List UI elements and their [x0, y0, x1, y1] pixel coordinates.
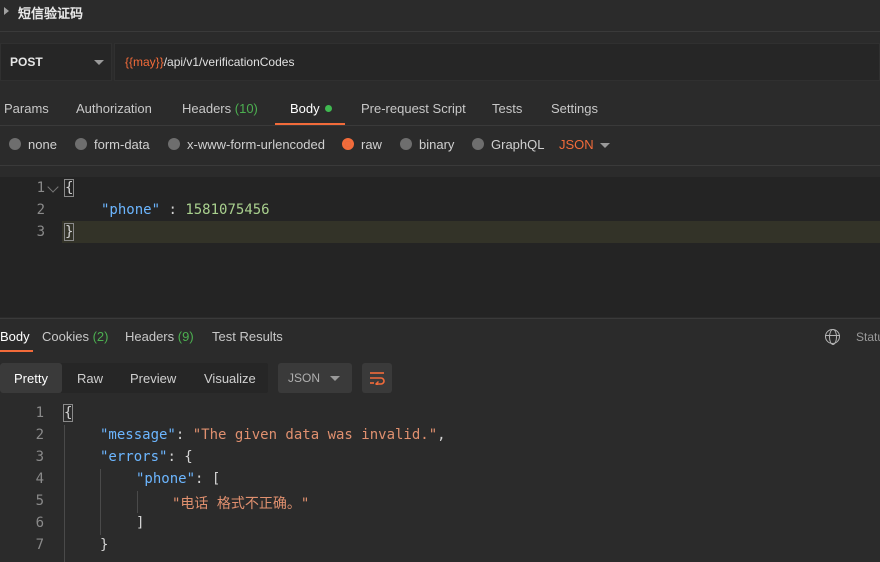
- radio-binary[interactable]: binary: [400, 137, 454, 153]
- request-name[interactable]: 短信验证码: [18, 3, 83, 22]
- radio-form-data[interactable]: form-data: [75, 137, 150, 153]
- radio-graphql[interactable]: GraphQL: [472, 137, 544, 153]
- line-number: 3: [36, 224, 45, 240]
- radio-icon: [400, 138, 412, 150]
- tab-settings[interactable]: Settings: [551, 101, 598, 116]
- headers-count: (9): [177, 329, 194, 344]
- line-number: 2: [36, 202, 45, 218]
- line-number: 7: [35, 537, 44, 553]
- view-visualize-button[interactable]: Visualize: [204, 371, 256, 386]
- code-close-bracket: ]: [136, 515, 145, 531]
- tab-params[interactable]: Params: [4, 101, 49, 116]
- line-number: 1: [36, 180, 45, 196]
- cookies-count: (2): [92, 329, 109, 344]
- tab-headers[interactable]: Headers (10): [182, 101, 258, 116]
- url-path: /api/v1/verificationCodes: [163, 55, 295, 69]
- radio-none[interactable]: none: [9, 137, 57, 153]
- code-close-brace: }: [100, 537, 109, 553]
- active-tab-underline: [0, 350, 33, 352]
- method-label: POST: [10, 55, 43, 69]
- response-tab-test-results[interactable]: Test Results: [212, 329, 283, 344]
- radio-selected-icon: [342, 138, 354, 150]
- request-title-bar: [0, 0, 880, 24]
- wrap-lines-icon: [370, 372, 385, 385]
- divider: [0, 125, 880, 126]
- view-raw-button[interactable]: Raw: [77, 371, 103, 386]
- view-preview-button[interactable]: Preview: [130, 371, 176, 386]
- line-number: 4: [35, 471, 44, 487]
- divider: [0, 318, 880, 319]
- code-line-phone: "phone": [: [136, 471, 221, 487]
- response-format-label: JSON: [288, 371, 321, 385]
- divider: [0, 165, 880, 166]
- status-label: Statu: [856, 330, 880, 344]
- body-indicator-dot: [324, 105, 332, 112]
- code-line-phone-error: "电话 格式不正确。": [172, 496, 310, 512]
- line-number: 6: [35, 515, 44, 531]
- code-open-brace: {: [63, 179, 75, 197]
- chevron-down-icon[interactable]: [600, 143, 610, 148]
- indent-guide: [137, 491, 138, 513]
- collapse-caret-icon[interactable]: [4, 7, 9, 15]
- tab-authorization[interactable]: Authorization: [76, 101, 152, 116]
- code-close-brace: }: [63, 223, 75, 241]
- radio-icon: [75, 138, 87, 150]
- indent-guide: [64, 425, 65, 562]
- tab-pre-request-script[interactable]: Pre-request Script: [361, 101, 466, 116]
- headers-count: (10): [234, 101, 258, 116]
- url-text: {{may}}/api/v1/verificationCodes: [125, 55, 294, 69]
- code-line-message: "message": "The given data was invalid."…: [100, 427, 446, 443]
- chevron-down-icon[interactable]: [94, 60, 104, 65]
- response-tab-headers[interactable]: Headers (9): [125, 329, 194, 344]
- radio-raw[interactable]: raw: [342, 137, 382, 153]
- globe-icon[interactable]: [825, 329, 840, 345]
- code-line-phone: "phone" : 1581075456: [101, 202, 270, 218]
- current-line-highlight: [62, 221, 880, 243]
- tab-tests[interactable]: Tests: [492, 101, 522, 116]
- code-open-brace: {: [62, 404, 74, 422]
- radio-x-www-form-urlencoded[interactable]: x-www-form-urlencoded: [168, 137, 325, 153]
- divider: [0, 31, 880, 32]
- chevron-down-icon[interactable]: [330, 376, 340, 381]
- body-format-select[interactable]: JSON: [559, 137, 594, 152]
- radio-icon: [168, 138, 180, 150]
- tab-body[interactable]: Body: [290, 101, 332, 116]
- view-pretty-button[interactable]: Pretty: [14, 371, 48, 386]
- request-body-editor[interactable]: [0, 177, 880, 317]
- response-tab-body[interactable]: Body: [0, 329, 30, 344]
- line-number: 2: [35, 427, 44, 443]
- radio-icon: [472, 138, 484, 150]
- radio-icon: [9, 138, 21, 150]
- line-number: 1: [35, 405, 44, 421]
- line-number: 3: [35, 449, 44, 465]
- response-tab-cookies[interactable]: Cookies (2): [42, 329, 108, 344]
- indent-guide: [100, 469, 101, 535]
- url-variable: {{may}}: [125, 55, 164, 69]
- line-number: 5: [35, 493, 44, 509]
- code-line-errors: "errors": {: [100, 449, 193, 465]
